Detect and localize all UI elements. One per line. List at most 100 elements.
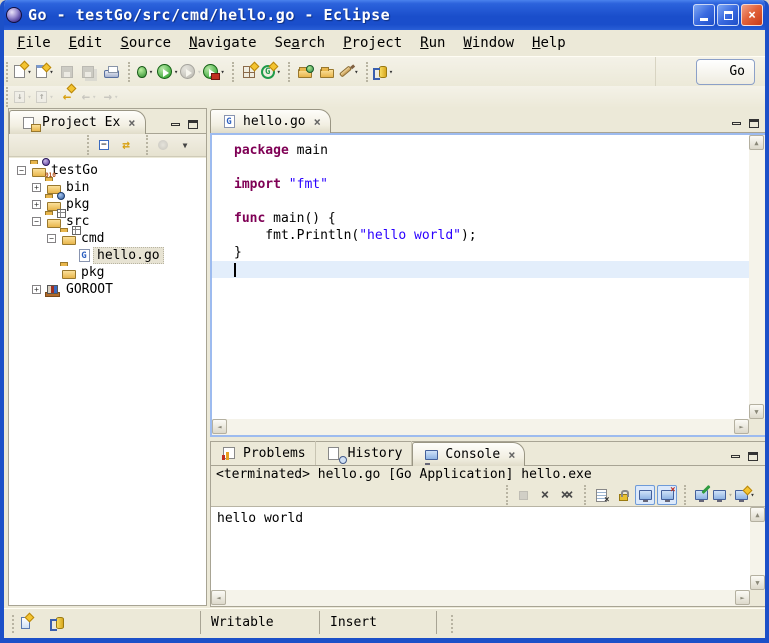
search-icon[interactable]: ▾ xyxy=(339,62,359,82)
scroll-right-icon[interactable]: ► xyxy=(735,590,750,605)
menu-run[interactable]: Run xyxy=(411,33,454,53)
open-console-icon[interactable]: ▾ xyxy=(735,485,755,505)
scroll-right-icon[interactable]: ► xyxy=(734,419,749,434)
run-icon[interactable]: ▾ xyxy=(157,62,178,82)
project-tree[interactable]: −testGo+bin+pkg−src−cmdhello.gopkg+GOROO… xyxy=(9,158,206,605)
import-icon[interactable] xyxy=(295,62,315,82)
console-output[interactable]: hello world xyxy=(211,507,750,590)
tab-history[interactable]: History xyxy=(316,441,413,465)
export-icon[interactable] xyxy=(317,62,337,82)
close-icon[interactable]: × xyxy=(314,115,321,129)
code-line[interactable]: func main() { xyxy=(234,210,749,227)
code-line[interactable]: import "fmt" xyxy=(234,176,749,193)
scroll-lock-icon[interactable] xyxy=(613,485,633,505)
editor-vertical-scrollbar[interactable]: ▲ ▼ xyxy=(749,135,765,419)
expander-icon[interactable]: + xyxy=(32,285,41,294)
scroll-left-icon[interactable]: ◄ xyxy=(212,419,227,434)
menu-project[interactable]: Project xyxy=(334,33,411,53)
stderr-icon[interactable] xyxy=(657,485,677,505)
stdout-icon[interactable] xyxy=(635,485,655,505)
title-bar[interactable]: Go - testGo/src/cmd/hello.go - Eclipse × xyxy=(0,0,769,30)
clear-console-icon[interactable] xyxy=(591,485,611,505)
new-go-file-icon[interactable]: G▾ xyxy=(261,62,281,82)
minimize-button[interactable] xyxy=(693,4,715,26)
tab-console[interactable]: Console× xyxy=(412,442,525,466)
tree-item-pkg[interactable]: pkg xyxy=(9,264,206,281)
code-line[interactable] xyxy=(234,193,749,210)
view-menu-icon[interactable]: ▼ xyxy=(175,135,195,155)
go-build-icon[interactable]: ▾ xyxy=(373,62,393,82)
new-icon[interactable]: ▾ xyxy=(13,62,33,82)
dropdown-arrow-icon[interactable]: ▾ xyxy=(174,68,178,76)
tree-item-hello.go[interactable]: hello.go xyxy=(9,247,206,264)
close-icon[interactable]: × xyxy=(128,116,135,130)
tree-item-goroot[interactable]: +GOROOT xyxy=(9,281,206,298)
tree-item-src[interactable]: −src xyxy=(9,213,206,230)
remove-launch-icon[interactable]: × xyxy=(535,485,555,505)
menu-search[interactable]: Search xyxy=(266,33,335,53)
tab-problems[interactable]: Problems xyxy=(211,441,316,465)
go-sync-icon[interactable] xyxy=(47,613,67,633)
minimize-view-icon[interactable] xyxy=(731,455,740,458)
collapse-all-icon[interactable]: − xyxy=(94,135,114,155)
go-perspective-button[interactable]: Go xyxy=(696,59,755,85)
minimize-view-icon[interactable] xyxy=(171,123,180,126)
tab-project-explorer[interactable]: Project Ex × xyxy=(9,110,146,134)
dropdown-arrow-icon[interactable]: ▾ xyxy=(220,68,224,76)
open-perspective-icon[interactable] xyxy=(669,62,689,82)
expander-icon[interactable]: − xyxy=(17,166,26,175)
editor-horizontal-scrollbar[interactable]: ◄ ► xyxy=(212,419,749,435)
print-icon[interactable] xyxy=(101,62,121,82)
maximize-view-icon[interactable] xyxy=(748,452,758,461)
maximize-view-icon[interactable] xyxy=(749,119,759,128)
menu-edit[interactable]: Edit xyxy=(60,33,112,53)
scroll-up-icon[interactable]: ▲ xyxy=(750,507,765,522)
tree-item-cmd[interactable]: −cmd xyxy=(9,230,206,247)
code-line[interactable] xyxy=(212,261,749,278)
menu-help[interactable]: Help xyxy=(523,33,575,53)
tree-item-testgo[interactable]: −testGo xyxy=(9,162,206,179)
dropdown-arrow-icon[interactable]: ▾ xyxy=(354,68,358,76)
code-line[interactable]: package main xyxy=(234,142,749,159)
dropdown-arrow-icon[interactable]: ▾ xyxy=(149,68,153,76)
maximize-button[interactable] xyxy=(717,4,739,26)
scroll-down-icon[interactable]: ▼ xyxy=(750,575,765,590)
close-button[interactable]: × xyxy=(741,4,763,26)
tab-hello-go[interactable]: hello.go × xyxy=(210,109,331,133)
minimize-view-icon[interactable] xyxy=(732,122,741,125)
close-icon[interactable]: × xyxy=(508,448,515,462)
code-line[interactable]: fmt.Println("hello world"); xyxy=(234,227,749,244)
dropdown-arrow-icon[interactable]: ▾ xyxy=(389,68,393,76)
menu-file[interactable]: File xyxy=(8,33,60,53)
menu-source[interactable]: Source xyxy=(111,33,180,53)
tree-item-bin[interactable]: +bin xyxy=(9,179,206,196)
code-editor[interactable]: package main import "fmt" func main() { fm… xyxy=(212,135,749,419)
code-line[interactable]: } xyxy=(234,244,749,261)
pin-console-icon[interactable] xyxy=(691,485,711,505)
menu-window[interactable]: Window xyxy=(454,33,523,53)
link-editor-icon[interactable]: ⇄ xyxy=(116,135,136,155)
new-project-icon[interactable]: ▾ xyxy=(35,62,55,82)
maximize-view-icon[interactable] xyxy=(188,120,198,129)
console-horizontal-scrollbar[interactable]: ◄ ► xyxy=(211,590,750,606)
remove-all-icon[interactable]: ×× xyxy=(557,485,577,505)
scroll-up-icon[interactable]: ▲ xyxy=(749,135,764,150)
scroll-left-icon[interactable]: ◄ xyxy=(211,590,226,605)
display-console-icon[interactable]: ▾ xyxy=(713,485,733,505)
expander-icon[interactable]: − xyxy=(47,234,56,243)
new-go-project-icon[interactable] xyxy=(239,62,259,82)
console-vertical-scrollbar[interactable]: ▲ ▼ xyxy=(750,507,766,590)
fast-view-icon[interactable] xyxy=(15,613,35,633)
scroll-down-icon[interactable]: ▼ xyxy=(749,404,764,419)
code-line[interactable] xyxy=(234,159,749,176)
last-edit-icon[interactable]: ← xyxy=(57,87,77,107)
expander-icon[interactable]: + xyxy=(32,200,41,209)
expander-icon[interactable]: − xyxy=(32,217,41,226)
dropdown-arrow-icon[interactable]: ▾ xyxy=(27,68,31,76)
debug-icon[interactable]: ▾ xyxy=(135,62,155,82)
external-tools-icon[interactable]: ▾ xyxy=(203,62,224,82)
dropdown-arrow-icon[interactable]: ▾ xyxy=(750,491,754,499)
tree-item-pkg[interactable]: +pkg xyxy=(9,196,206,213)
dropdown-arrow-icon[interactable]: ▾ xyxy=(277,68,281,76)
expander-icon[interactable]: + xyxy=(32,183,41,192)
